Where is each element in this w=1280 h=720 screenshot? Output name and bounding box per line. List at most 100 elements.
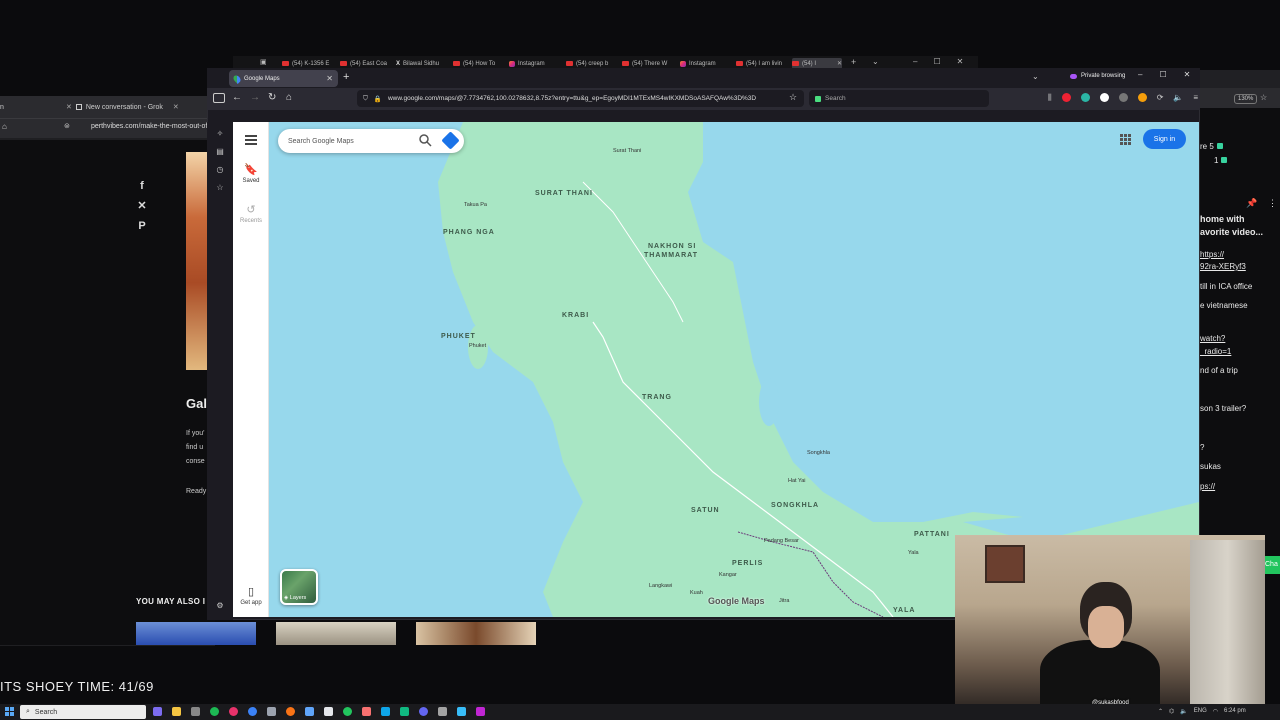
close-icon[interactable]: ✕ [173,103,179,111]
home-icon[interactable]: ⌂ [286,92,292,104]
chrome-icon[interactable] [248,707,257,716]
file-explorer-icon[interactable] [172,707,181,716]
chat-link[interactable]: watch? [1200,334,1225,343]
app-icon[interactable] [419,707,428,716]
gear-icon[interactable]: ⚙ [214,601,226,610]
map-label[interactable]: SONGKHLA [771,502,819,509]
zoom-level[interactable]: 130% [1234,94,1258,104]
background-tab-grok[interactable]: ✕ New conversation - Grok ✕ [66,100,206,114]
language-indicator[interactable]: ENG [1194,708,1207,715]
home-icon[interactable]: ⌂ [2,122,7,131]
map-place[interactable]: Padang Besar [764,538,799,544]
close-icon[interactable]: ✕ [66,103,72,111]
new-tab-icon[interactable]: + [343,71,349,83]
map-label[interactable]: PATTANI [914,531,950,538]
windows-start-icon[interactable] [5,707,14,716]
chevron-down-icon[interactable]: ⌄ [872,57,879,66]
sidebar-toggle-icon[interactable] [213,93,225,103]
get-app-button[interactable]: ▯ Get app [235,585,267,606]
more-icon[interactable]: ⋮ [1268,198,1277,209]
new-tab-icon[interactable]: + [851,57,856,67]
map-place[interactable]: Takua Pa [464,202,487,208]
map-place[interactable]: Songkhla [807,450,830,456]
map-place[interactable]: Surat Thani [613,148,641,154]
layers-button[interactable]: ◈ Layers [280,569,318,605]
map-place[interactable]: Langkawi [649,583,672,589]
map-label[interactable]: TRANG [642,394,672,401]
menu-icon[interactable]: ≡ [1193,93,1198,103]
extension-icon[interactable] [1080,93,1090,102]
extension-icon[interactable] [1118,93,1128,102]
chat-link[interactable]: ps:// [1200,482,1215,491]
tracking-protection-icon[interactable]: ⛉ [363,95,368,103]
map-place[interactable]: Yala [908,550,919,556]
taskbar-search[interactable]: ⌕ Search [20,705,146,719]
related-thumbnail[interactable] [136,622,256,645]
bookmark-star-icon[interactable]: ☆ [789,92,797,103]
extension-icon[interactable] [1137,93,1147,102]
map-label[interactable]: THAMMARAT [644,252,698,259]
map-place[interactable]: Hat Yai [788,478,806,484]
app-icon[interactable] [362,707,371,716]
map-place[interactable]: Kangar [719,572,737,578]
maximize-icon[interactable]: ☐ [933,57,940,66]
minimize-icon[interactable]: – [1138,70,1142,79]
back-arrow-icon[interactable]: ← [232,92,242,104]
sync-icon[interactable]: ⟳ [1157,93,1164,103]
saved-button[interactable]: 🔖 Saved [235,163,267,184]
site-info-icon[interactable]: ⊜ [64,122,70,130]
map-label[interactable]: PHUKET [441,333,476,340]
app-icon[interactable] [400,707,409,716]
app-icon[interactable] [438,707,447,716]
app-icon[interactable] [457,707,466,716]
firefox-icon[interactable] [286,707,295,716]
tab-overview-icon[interactable]: ▣ [260,58,267,66]
pin-icon[interactable]: 📌 [1246,198,1257,209]
sign-in-button[interactable]: Sign in [1143,129,1186,149]
chevron-up-icon[interactable]: ⌃ [1158,708,1163,715]
extension-icon[interactable] [1099,93,1109,102]
google-apps-icon[interactable] [1120,134,1131,145]
chat-link[interactable]: https:// [1200,250,1224,259]
library-icon[interactable]: ⫼ [1048,93,1052,103]
network-icon[interactable]: ⌬ [1169,708,1174,715]
wifi-icon[interactable]: ◠ [1213,708,1218,715]
x-icon[interactable]: ✕ [136,200,148,212]
close-icon[interactable]: ✕ [326,74,333,83]
tab-google-maps[interactable]: Google Maps ✕ [229,70,338,87]
forward-arrow-icon[interactable]: → [250,92,260,104]
map-place[interactable]: Jitra [779,598,789,604]
recents-button[interactable]: ↺ Recents [235,203,267,224]
map-label[interactable]: SURAT THANI [535,190,593,197]
address-bar[interactable]: ⛉ 🔒 www.google.com/maps/@7.7734762,100.0… [357,90,804,107]
chat-tag[interactable]: Cha [1263,556,1280,574]
pinterest-icon[interactable]: P [136,220,148,232]
maps-search-input[interactable]: Search Google Maps [278,129,464,153]
map-label[interactable]: SATUN [691,507,720,514]
search-field[interactable]: Search [809,90,989,107]
reload-icon[interactable]: ↻ [268,92,276,104]
extension-icon[interactable] [1061,93,1071,102]
chat-link[interactable]: _radio=1 [1200,347,1231,356]
app-icon[interactable] [476,707,485,716]
chevron-down-icon[interactable]: ⌄ [1032,72,1039,81]
volume-icon[interactable]: 🔈 [1180,708,1187,715]
maximize-icon[interactable]: ☐ [1159,70,1166,79]
spotify-icon[interactable] [210,707,219,716]
search-icon[interactable] [419,134,432,147]
facebook-icon[interactable]: f [136,180,148,192]
map-label[interactable]: YALA [893,607,915,614]
volume-icon[interactable]: 🔈 [1173,93,1183,103]
app-icon[interactable] [343,707,352,716]
bookmarks-star-icon[interactable]: ☆ [214,183,226,192]
map-place[interactable]: Phuket [469,343,486,349]
lock-icon[interactable]: 🔒 [374,95,382,103]
history-list-icon[interactable]: ▤ [214,147,226,156]
ai-chat-icon[interactable]: ✧ [214,129,226,138]
clock-icon[interactable]: ◷ [214,165,226,174]
app-icon[interactable] [381,707,390,716]
map-label[interactable]: NAKHON SI [648,243,696,250]
map-label[interactable]: PERLIS [732,560,763,567]
close-icon[interactable]: ✕ [837,60,842,67]
hamburger-menu-icon[interactable] [245,135,257,145]
